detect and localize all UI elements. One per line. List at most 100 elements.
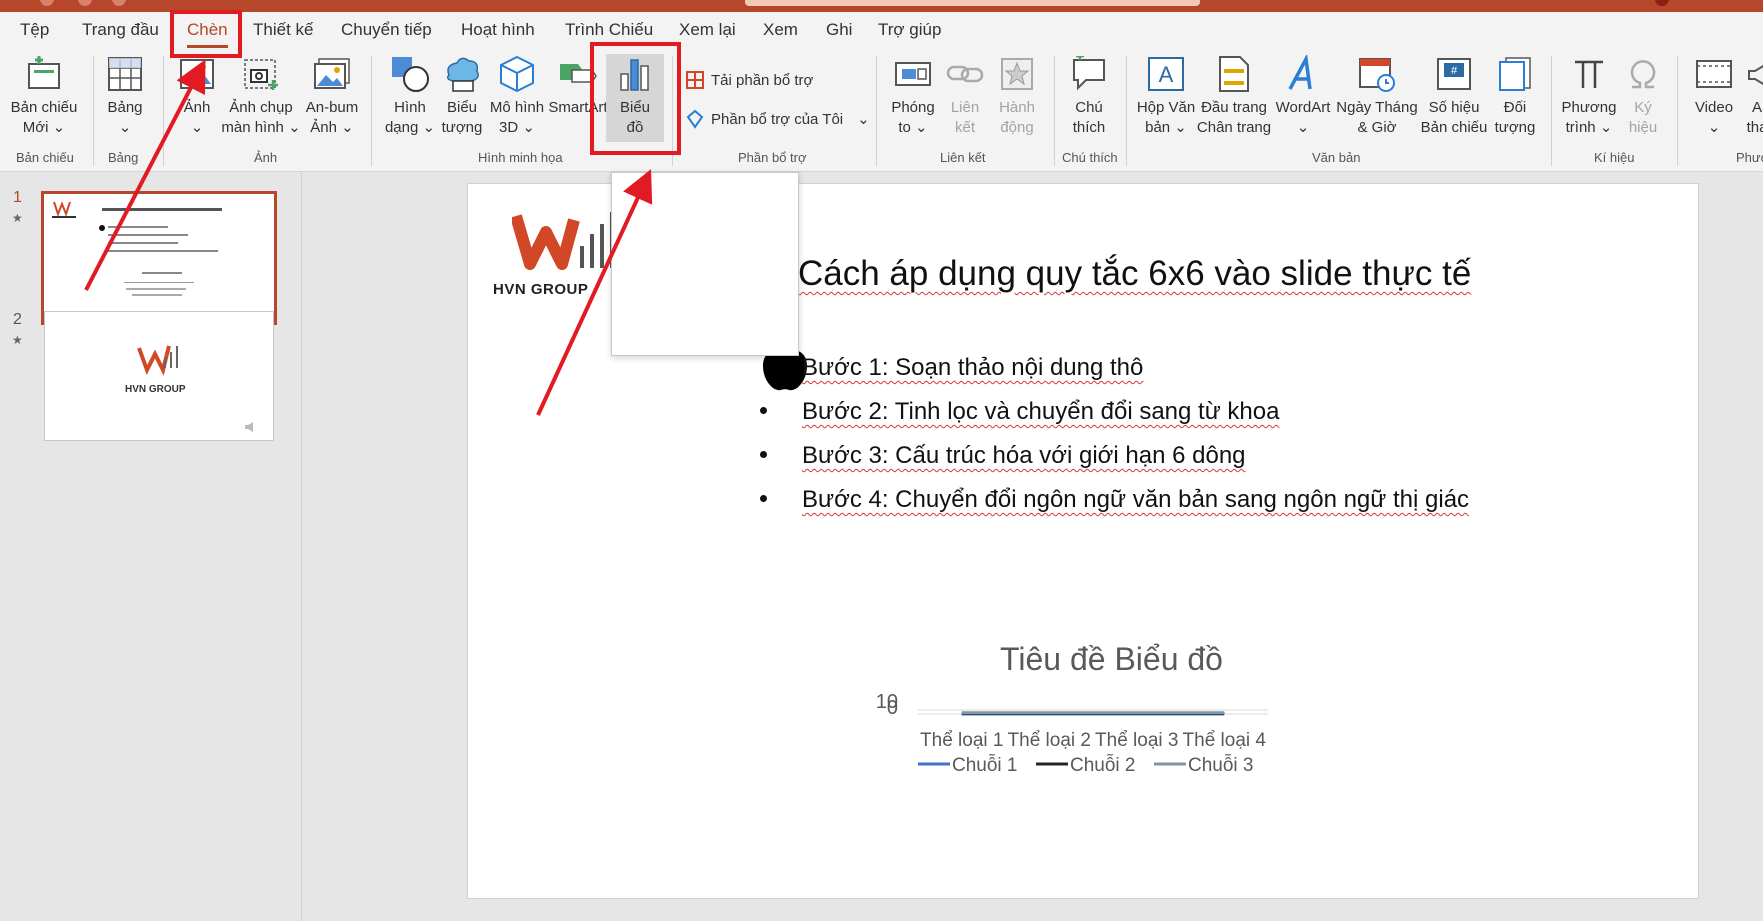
photo-album-icon bbox=[312, 54, 352, 94]
highlight-chart-button bbox=[590, 42, 681, 155]
legend-label: Chuỗi 1 bbox=[952, 754, 1018, 776]
save-icon[interactable] bbox=[40, 0, 54, 6]
tab-slideshow[interactable]: Trình Chiếu bbox=[565, 20, 653, 40]
account-avatar[interactable] bbox=[1655, 0, 1669, 6]
omega-icon bbox=[1623, 54, 1663, 94]
picture-button[interactable]: Ảnh ⌄ bbox=[175, 54, 219, 138]
icons-button[interactable]: Biểu tượng bbox=[438, 54, 486, 138]
get-addins-button[interactable]: Tải phần bổ trợ bbox=[685, 70, 813, 90]
cube-icon bbox=[497, 54, 537, 94]
highlight-insert-tab bbox=[170, 10, 242, 58]
chart-title[interactable]: Tiêu đề Biểu đồ bbox=[1000, 641, 1223, 678]
divider bbox=[876, 56, 877, 166]
zoom-icon bbox=[893, 54, 933, 94]
x-tick-label: Thể loại 4 bbox=[1183, 730, 1267, 751]
speaker-icon bbox=[1737, 54, 1763, 94]
slide-number: 2 bbox=[13, 311, 22, 328]
icons-icon bbox=[442, 54, 482, 94]
group-label-tables: Bảng bbox=[108, 150, 139, 165]
x-tick-label: Thể loại 2 bbox=[1008, 730, 1091, 751]
date-time-button[interactable]: Ngày Tháng & Giờ bbox=[1336, 54, 1418, 138]
slide-thumbnail-2[interactable]: HVN GROUP bbox=[44, 311, 274, 441]
symbol-button[interactable]: Ký hiệu bbox=[1620, 54, 1666, 138]
link-button[interactable]: Liên kết bbox=[940, 54, 990, 138]
hvn-logo-small bbox=[137, 345, 253, 432]
store-icon bbox=[685, 70, 705, 90]
new-slide-button[interactable]: Bản chiếu Mới ⌄ bbox=[8, 54, 80, 138]
my-addins-button[interactable]: Phần bổ trợ của Tôi ⌄ bbox=[685, 109, 870, 129]
bullet-dot bbox=[760, 407, 767, 414]
tab-animations[interactable]: Hoạt hình bbox=[461, 20, 535, 40]
thumbnail-preview bbox=[52, 201, 222, 296]
chart-plot[interactable]: 100Thể loại 1 Thể loại 2 Thể loại 3 Thể loạ… bbox=[868, 684, 1388, 794]
ribbon-tabs: Tệp Trang đầu Chèn Thiết kế Chuyển tiếp … bbox=[0, 12, 1763, 50]
svg-text:A: A bbox=[1159, 62, 1174, 87]
legend-label: Chuỗi 3 bbox=[1188, 754, 1254, 776]
pi-icon bbox=[1569, 54, 1609, 94]
slide-number: 1 bbox=[13, 189, 22, 206]
comment-button[interactable]: Chú thích bbox=[1064, 54, 1114, 138]
divider bbox=[371, 56, 372, 166]
divider bbox=[1126, 56, 1127, 166]
group-label-media: Phưc bbox=[1736, 150, 1763, 165]
wordart-button[interactable]: WordArt ⌄ bbox=[1270, 54, 1336, 138]
tab-review[interactable]: Xem lại bbox=[679, 20, 736, 40]
tab-file[interactable]: Tệp bbox=[20, 20, 49, 40]
tab-help[interactable]: Trợ giúp bbox=[878, 20, 941, 40]
photo-album-button[interactable]: An-bum Ảnh ⌄ bbox=[300, 54, 364, 138]
wordart-icon bbox=[1283, 54, 1323, 94]
bullet-dot bbox=[760, 495, 767, 502]
group-label-addins: Phần bổ trợ bbox=[738, 150, 807, 165]
equation-button[interactable]: Phương trình ⌄ bbox=[1558, 54, 1620, 138]
slide-title[interactable]: Cách áp dụng quy tắc 6x6 vào slide thực … bbox=[798, 254, 1471, 294]
zoom-button[interactable]: Phóng to ⌄ bbox=[888, 54, 938, 138]
header-footer-icon bbox=[1214, 54, 1254, 94]
table-button[interactable]: Bảng ⌄ bbox=[100, 54, 150, 138]
group-label-symbols: Kí hiệu bbox=[1594, 150, 1635, 165]
hvn-logo bbox=[512, 212, 614, 270]
redo-icon[interactable] bbox=[112, 0, 126, 6]
group-label-text: Văn bản bbox=[1312, 150, 1361, 165]
group-label-images: Ảnh bbox=[254, 150, 278, 165]
slide-number-button[interactable]: # Số hiệu Bản chiếu bbox=[1418, 54, 1490, 138]
group-label-comments: Chú thích bbox=[1062, 150, 1118, 165]
ribbon-insert: Bản chiếu Mới ⌄ Bản chiếu Bảng ⌄ Bảng Ản… bbox=[0, 50, 1763, 172]
screenshot-button[interactable]: Ảnh chụp màn hình ⌄ bbox=[221, 54, 301, 138]
screenshot-icon bbox=[241, 54, 281, 94]
group-label-illustrations: Hình minh họa bbox=[478, 150, 563, 165]
picture-icon bbox=[177, 54, 217, 94]
audio-button[interactable]: A tha bbox=[1742, 54, 1763, 138]
calendar-icon bbox=[1357, 54, 1397, 94]
video-button[interactable]: Video ⌄ bbox=[1688, 54, 1740, 138]
search-box[interactable] bbox=[745, 0, 1200, 6]
textbox-button[interactable]: A Hộp Văn bản ⌄ bbox=[1133, 54, 1199, 138]
header-footer-button[interactable]: Đầu trang Chân trang bbox=[1197, 54, 1271, 138]
group-label-links: Liên kết bbox=[940, 150, 986, 165]
comment-icon bbox=[1069, 54, 1109, 94]
3d-models-button[interactable]: Mô hình 3D ⌄ bbox=[486, 54, 548, 138]
divider bbox=[1054, 56, 1055, 166]
animation-star-icon: ★ bbox=[12, 333, 23, 347]
tab-record[interactable]: Ghi bbox=[826, 20, 852, 40]
object-icon bbox=[1495, 54, 1535, 94]
thumbnail-logo-text: HVN GROUP bbox=[125, 384, 186, 395]
textbox-icon: A bbox=[1146, 54, 1186, 94]
chart-dropdown-popup[interactable] bbox=[611, 172, 799, 356]
table-icon bbox=[105, 54, 145, 94]
slide-thumbnail-1[interactable] bbox=[41, 191, 277, 325]
y-tick-label: 0 bbox=[887, 697, 898, 719]
tab-view[interactable]: Xem bbox=[763, 20, 798, 40]
svg-text:#: # bbox=[1451, 65, 1458, 77]
tab-design[interactable]: Thiết kế bbox=[253, 20, 313, 40]
tab-transitions[interactable]: Chuyển tiếp bbox=[341, 20, 432, 40]
logo-text: HVN GROUP bbox=[493, 281, 589, 298]
tab-home[interactable]: Trang đầu bbox=[82, 20, 159, 40]
x-tick-label: Thể loại 1 bbox=[920, 730, 1003, 751]
action-button[interactable]: Hành động bbox=[992, 54, 1042, 138]
object-button[interactable]: Đối tượng bbox=[1490, 54, 1540, 138]
shapes-button[interactable]: Hình dạng ⌄ bbox=[383, 54, 437, 138]
video-icon bbox=[1694, 54, 1734, 94]
undo-icon[interactable] bbox=[78, 0, 92, 6]
star-icon bbox=[997, 54, 1037, 94]
divider bbox=[1677, 56, 1678, 166]
